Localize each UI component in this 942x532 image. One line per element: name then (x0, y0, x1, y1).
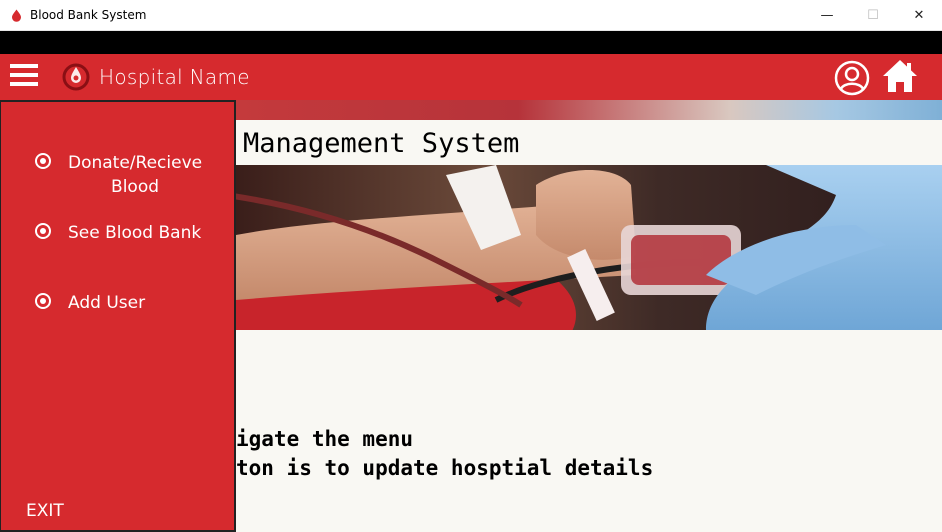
app-header: Hospital Name (0, 54, 942, 100)
menu-icon[interactable] (10, 64, 38, 88)
minimize-button[interactable]: — (804, 0, 850, 31)
hospital-name: Hospital Name (99, 65, 250, 89)
black-band (0, 31, 942, 54)
sidebar-item-label-line2: Blood (111, 177, 160, 197)
instruction-line-1: igate the menu (236, 427, 414, 451)
blood-drop-logo-icon (62, 63, 90, 91)
maximize-button[interactable]: ☐ (850, 0, 896, 31)
window-titlebar: Blood Bank System — ☐ ✕ (0, 0, 942, 31)
sidebar-item-label: Add User (68, 293, 146, 313)
radio-bullet-icon[interactable] (35, 293, 51, 309)
sidebar-item-label-line1: Donate/Recieve (68, 153, 203, 173)
radio-bullet-icon[interactable] (35, 153, 51, 169)
banner-strip (236, 100, 942, 120)
exit-button[interactable]: EXIT (26, 501, 64, 521)
page-title: Management System (243, 128, 520, 159)
sidebar-item-see-blood-bank[interactable]: See Blood Bank (35, 221, 201, 245)
sidebar-item-add-user[interactable]: Add User (35, 291, 145, 315)
window-title: Blood Bank System (30, 8, 147, 22)
radio-bullet-icon[interactable] (35, 223, 51, 239)
main-content: Management System igate the menu ton is … (236, 100, 942, 532)
sidebar-item-donate-receive[interactable]: Donate/Recieve Blood (35, 151, 202, 199)
blood-donation-banner-image (236, 165, 942, 330)
instruction-line-2: ton is to update hosptial details (236, 456, 654, 480)
sidebar-item-label: Donate/Recieve Blood (68, 151, 202, 199)
sidebar-item-label: See Blood Bank (68, 223, 202, 243)
close-button[interactable]: ✕ (896, 0, 942, 31)
sidebar-menu: Donate/Recieve Blood See Blood Bank Add … (0, 100, 236, 532)
blood-drop-app-icon (12, 9, 21, 22)
home-icon[interactable] (881, 58, 919, 94)
user-profile-icon[interactable] (834, 60, 870, 96)
